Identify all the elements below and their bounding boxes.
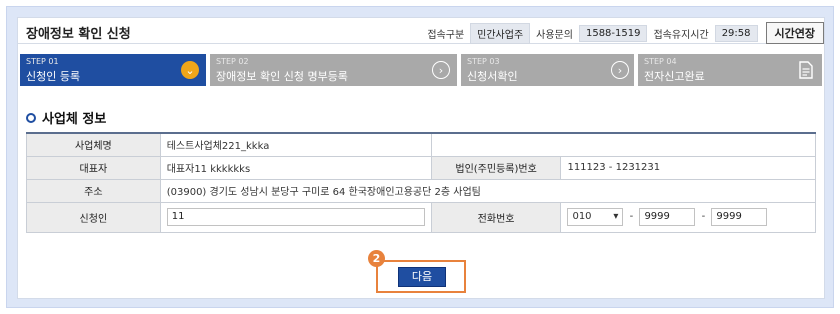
keepalive-timer: 29:58 [714, 24, 758, 42]
table-row: 신청인 11 전화번호 010 ▾ - 9999 - 9999 [26, 201, 816, 233]
corp-number-value: 111123 - 1231231 [560, 155, 816, 180]
table-row: 대표자 대표자11 kkkkkks 법인(주민등록)번호 111123 - 12… [26, 155, 816, 180]
ceo-label: 대표자 [26, 155, 161, 180]
step-4-label: 전자신고완료 [644, 70, 705, 83]
conn-type-label: 접속구분 [427, 29, 465, 41]
phone-last-input[interactable]: 9999 [711, 208, 768, 227]
chevron-down-icon: ⌄ [181, 61, 199, 79]
step-1-label: 신청인 등록 [26, 70, 81, 83]
step-3-label: 신청서확인 [467, 70, 518, 83]
table-row: 사업체명 테스트사업체221_kkka [26, 132, 817, 157]
phone-prefix-select[interactable]: 010 ▾ [567, 207, 624, 226]
company-info-table: 사업체명 테스트사업체221_kkka 대표자 대표자11 kkkkkks 법인… [26, 132, 817, 233]
chevron-right-icon: › [432, 61, 450, 79]
chevron-right-icon: › [611, 61, 629, 79]
session-info: 접속구분 민간사업주 사용문의 1588-1519 접속유지시간 29:58 시… [427, 22, 824, 44]
phone-cell: 010 ▾ - 9999 - 9999 [560, 201, 816, 233]
empty-cell [430, 132, 817, 157]
corp-number-label: 법인(주민등록)번호 [430, 155, 562, 180]
page-header: 장애정보 확인 신청 접속구분 민간사업주 사용문의 1588-1519 접속유… [18, 18, 824, 44]
phone-prefix-value: 010 [572, 211, 592, 223]
step-indicator: STEP 01 신청인 등록 ⌄ STEP 02 장애정보 확인 신청 명부등록… [20, 54, 822, 86]
inquiry-phone: 1588-1519 [578, 24, 648, 42]
conn-type-value: 민간사업주 [470, 22, 531, 44]
step-4[interactable]: STEP 04 전자신고완료 [638, 54, 822, 86]
applicant-label: 신청인 [26, 201, 161, 233]
section-title: 사업체 정보 [42, 112, 107, 127]
step-3[interactable]: STEP 03 신청서확인 › [461, 54, 634, 86]
keepalive-label: 접속유지시간 [653, 29, 709, 41]
company-name-label: 사업체명 [26, 132, 161, 157]
extend-time-button[interactable]: 시간연장 [765, 22, 824, 44]
applicant-cell: 11 [159, 201, 432, 233]
step-2[interactable]: STEP 02 장애정보 확인 신청 명부등록 › [210, 54, 457, 86]
step-4-number: STEP 04 [644, 57, 677, 66]
circle-bullet-icon [26, 112, 36, 123]
step-3-number: STEP 03 [467, 57, 500, 66]
phone-label: 전화번호 [430, 201, 562, 233]
step-badge: 2 [368, 250, 385, 267]
step-2-label: 장애정보 확인 신청 명부등록 [216, 70, 348, 83]
phone-dash: - [701, 211, 706, 223]
phone-middle-input[interactable]: 9999 [639, 208, 696, 227]
applicant-input[interactable]: 11 [166, 208, 425, 226]
next-button-highlight: 다음 [376, 260, 466, 293]
inquiry-label: 사용문의 [536, 29, 573, 41]
company-name-value: 테스트사업체221_kkka [159, 132, 432, 157]
step-1-number: STEP 01 [26, 57, 59, 66]
ceo-value: 대표자11 kkkkkks [159, 155, 432, 180]
page-title: 장애정보 확인 신청 [26, 27, 131, 42]
content-panel: 장애정보 확인 신청 접속구분 민간사업주 사용문의 1588-1519 접속유… [17, 17, 825, 299]
chevron-down-icon: ▾ [613, 211, 619, 223]
section-heading: 사업체 정보 [26, 108, 106, 127]
phone-dash: - [629, 211, 634, 223]
address-label: 주소 [26, 178, 161, 203]
next-button[interactable]: 다음 [398, 267, 446, 287]
step-1[interactable]: STEP 01 신청인 등록 ⌄ [20, 54, 206, 86]
table-row: 주소 (03900) 경기도 성남시 분당구 구미로 64 한국장애인고용공단 … [26, 178, 817, 203]
document-icon [799, 61, 813, 79]
step-2-number: STEP 02 [216, 57, 249, 66]
address-value: (03900) 경기도 성남시 분당구 구미로 64 한국장애인고용공단 2층 … [159, 178, 817, 203]
